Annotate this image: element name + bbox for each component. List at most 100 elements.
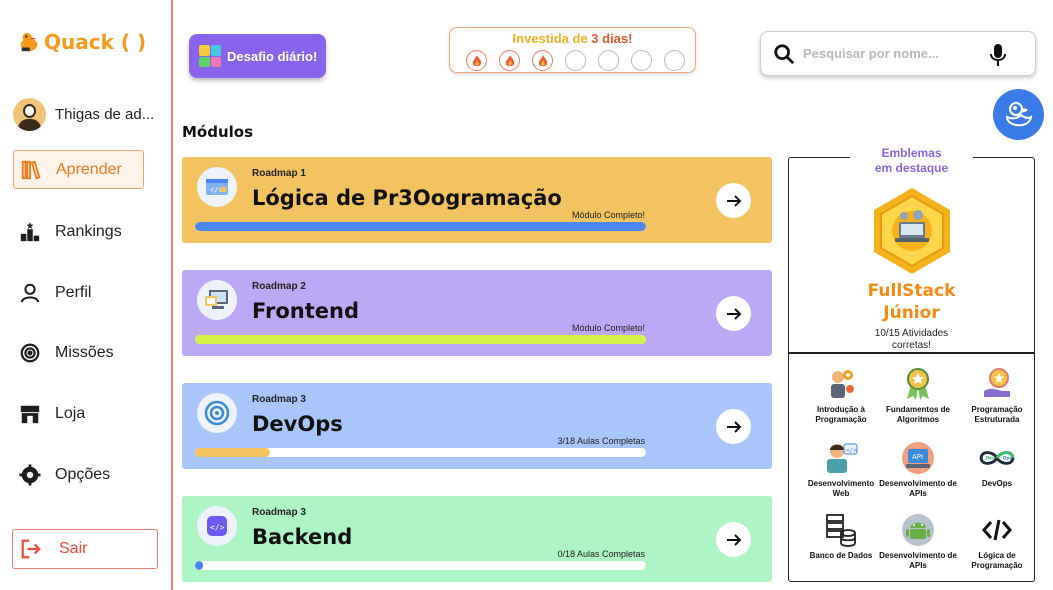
page: Quack ( ) Thigas de ad... Aprender Ranki… <box>0 0 1053 590</box>
module-open-button[interactable] <box>716 522 751 557</box>
user-icon <box>20 283 40 303</box>
badge-label: Desenvolvimento de APIs <box>879 551 957 570</box>
streak-day-active <box>499 50 520 71</box>
nav-item-perfil[interactable]: Perfil <box>13 273 144 312</box>
developer-icon: </> <box>823 440 859 476</box>
module-open-button[interactable] <box>716 409 751 444</box>
badge-label: Programação Estruturada <box>971 405 1023 424</box>
module-roadmap: Roadmap 2 <box>252 281 306 292</box>
badge-item[interactable]: Fundamentos de Algoritmos <box>876 366 960 425</box>
module-roadmap: Roadmap 3 <box>252 394 306 405</box>
module-progress-fill <box>195 561 203 570</box>
logout-icon <box>21 539 41 559</box>
module-card[interactable]: </> Roadmap 1 Lógica de Pr3Oogramação Módul… <box>182 157 772 243</box>
microphone-icon[interactable] <box>989 43 1007 67</box>
badge-item[interactable]: Lógica de Programação <box>955 512 1039 571</box>
fire-icon <box>538 54 547 66</box>
duck-assistant-button[interactable] <box>993 89 1044 140</box>
books-icon <box>21 160 41 179</box>
svg-text:Ops: Ops <box>1003 455 1013 461</box>
module-card[interactable]: Roadmap 2 Frontend Módulo Completo! <box>182 270 772 356</box>
featured-badge-name: FullStack Júnior <box>867 281 956 323</box>
module-open-button[interactable] <box>716 183 751 218</box>
user-profile[interactable]: Thigas de ad... <box>13 98 154 131</box>
module-open-button[interactable] <box>716 296 751 331</box>
nav-label: Loja <box>55 404 86 422</box>
badge-item[interactable]: Desenvolvimento de APIs <box>876 512 960 571</box>
module-status: 3/18 Aulas Completas <box>557 436 645 446</box>
nav-item-loja[interactable]: Loja <box>13 394 144 433</box>
app-name: Quack ( ) <box>44 30 147 54</box>
badge-item[interactable]: Introdução à Programação <box>799 366 883 425</box>
emblems-divider <box>789 352 1034 354</box>
search-icon <box>774 43 795 64</box>
module-status: Módulo Completo! <box>571 210 645 220</box>
daily-challenge-button[interactable]: Desafio diário! <box>189 34 326 78</box>
modules-title: Módulos <box>182 123 254 141</box>
nav-item-aprender[interactable]: Aprender <box>13 150 144 189</box>
streak-widget: Investida de 3 dias! <box>449 27 696 73</box>
nav-label: Opções <box>55 465 111 483</box>
podium-icon <box>20 221 40 241</box>
module-roadmap: Roadmap 1 <box>252 168 306 179</box>
module-card[interactable]: </> Roadmap 3 Backend 0/18 Aulas Completas <box>182 496 772 582</box>
user-name: Thigas de ad... <box>55 106 155 123</box>
backend-code-icon: </> <box>197 506 237 546</box>
nav-item-rankings[interactable]: Rankings <box>13 212 144 251</box>
module-progress-fill <box>195 222 646 231</box>
featured-badge-icon[interactable] <box>870 186 954 276</box>
streak-day-empty <box>598 50 619 71</box>
badge-item[interactable]: Programação Estruturada <box>955 366 1039 425</box>
browser-icon <box>197 280 237 320</box>
nav-label: Missões <box>55 343 114 361</box>
code-window-icon: </> <box>197 167 237 207</box>
module-name: DevOps <box>252 412 343 436</box>
hand-badge-icon <box>979 366 1015 402</box>
streak-day-active <box>532 50 553 71</box>
android-icon <box>900 512 936 548</box>
app-logo[interactable]: Quack ( ) <box>18 30 146 54</box>
badge-label: Fundamentos de Algoritmos <box>885 405 950 424</box>
nav-item-opcoes[interactable]: Opções <box>13 455 144 494</box>
daily-challenge-label: Desafio diário! <box>227 48 318 64</box>
fire-icon <box>505 54 514 66</box>
badge-label: Banco de Dados <box>809 551 873 560</box>
database-icon <box>823 512 859 548</box>
search-bar[interactable] <box>760 31 1036 76</box>
target-icon <box>20 343 40 362</box>
streak-days <box>466 50 685 71</box>
devops-gear-icon <box>197 393 237 433</box>
api-person-icon: API <box>900 440 936 476</box>
streak-day-empty <box>664 50 685 71</box>
module-progress-fill <box>195 335 646 344</box>
sidebar: Quack ( ) Thigas de ad... Aprender Ranki… <box>0 0 173 590</box>
arrow-right-icon <box>726 194 741 207</box>
module-name: Lógica de Pr3Oogramação <box>252 186 562 210</box>
duck-logo-icon <box>20 32 38 52</box>
module-progress-bar <box>195 222 646 231</box>
logout-button[interactable]: Sair <box>12 529 158 569</box>
nav-label: Perfil <box>55 283 92 301</box>
svg-text:</>: </> <box>846 447 857 454</box>
nav-label: Aprender <box>56 160 122 178</box>
badge-item[interactable]: </> Desenvolvimento Web <box>799 440 883 499</box>
gear-wrench-icon <box>19 463 41 486</box>
badge-item[interactable]: API Desenvolvimento de APIs <box>876 440 960 499</box>
module-status: 0/18 Aulas Completas <box>557 549 645 559</box>
module-roadmap: Roadmap 3 <box>252 507 306 518</box>
badge-item[interactable]: Dev Ops DevOps <box>955 440 1039 489</box>
puzzle-icon <box>199 45 221 67</box>
search-input[interactable] <box>803 46 983 61</box>
badge-label: Desenvolvimento de APIs <box>879 479 957 498</box>
nav-item-missoes[interactable]: Missões <box>13 333 144 372</box>
streak-title: Investida de 3 dias! <box>512 31 633 46</box>
badge-item[interactable]: Banco de Dados <box>799 512 883 561</box>
duck-icon <box>1005 101 1032 126</box>
nav-label: Rankings <box>55 222 122 240</box>
module-card[interactable]: Roadmap 3 DevOps 3/18 Aulas Completas <box>182 383 772 469</box>
devops-infinity-icon: Dev Ops <box>979 440 1015 476</box>
emblems-title: Emblemas em destaque <box>850 146 973 176</box>
streak-day-empty <box>631 50 652 71</box>
fire-icon <box>472 54 481 66</box>
streak-day-empty <box>565 50 586 71</box>
